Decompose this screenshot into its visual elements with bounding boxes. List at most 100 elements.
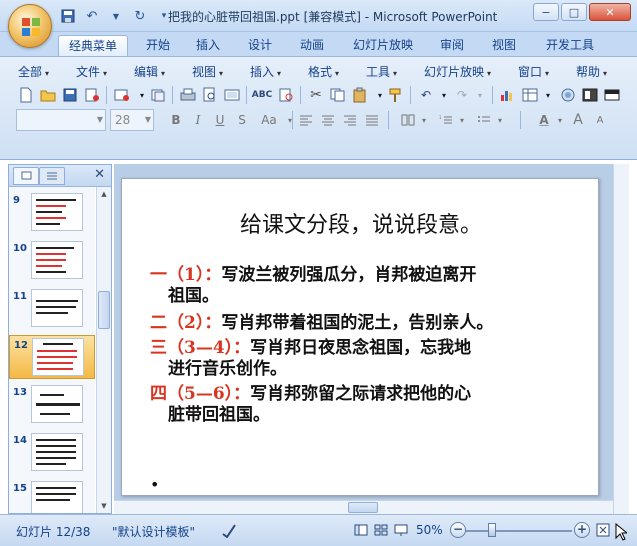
slide-thumbnail[interactable]: 10 [9,239,95,283]
chevron-down-icon[interactable]: ▾ [414,110,434,130]
spelling-icon[interactable]: ABC [252,85,272,105]
text-shadow-button[interactable]: S [232,110,252,130]
menu-all[interactable]: 全部 ▾ [18,63,49,80]
email-icon[interactable] [112,85,132,105]
chevron-down-icon[interactable]: ▼ [106,6,126,26]
bold-button[interactable]: B [166,110,186,130]
maximize-button[interactable]: □ [561,3,587,21]
chevron-down-icon[interactable]: ▾ [470,85,490,105]
paragraph-2[interactable]: 二（2）：写肖邦带着祖国的泥土，告别亲人。 [150,313,493,334]
minimize-button[interactable]: − [533,3,559,21]
undo-icon[interactable]: ↶ [82,6,102,26]
grow-font-button[interactable]: A [568,110,588,130]
slide-thumbnail[interactable]: 11 [9,287,95,331]
font-name-combo[interactable]: ▼ [16,109,106,131]
undo-icon[interactable]: ↶ [416,85,436,105]
justify-icon[interactable] [362,110,382,130]
menu-help[interactable]: 帮助 ▾ [576,63,607,80]
new-document-icon[interactable] [16,85,36,105]
save-icon[interactable] [58,6,78,26]
tab-animation[interactable]: 动画 [290,35,334,56]
slide-sorter-icon[interactable] [372,521,390,539]
copy-icon[interactable] [328,85,348,105]
zoom-level[interactable]: 50% [416,523,443,537]
zoom-in-button[interactable]: + [574,522,590,538]
spell-check-icon[interactable] [220,521,238,539]
editor-horizontal-scrollbar[interactable] [114,500,613,514]
tab-view[interactable]: 视图 [482,35,526,56]
empty-bullet[interactable]: • [150,475,159,494]
print-icon[interactable] [178,85,198,105]
slide-view-icon[interactable] [222,85,242,105]
research-icon[interactable] [276,85,296,105]
normal-view-icon[interactable] [352,521,370,539]
chevron-down-icon[interactable]: ▾ [538,85,558,105]
clipart-icon[interactable] [558,85,578,105]
permission-icon[interactable] [82,85,102,105]
slideshow-icon[interactable] [392,521,410,539]
redo-icon[interactable]: ↻ [130,6,150,26]
chevron-down-icon[interactable]: ▾ [452,110,472,130]
close-icon[interactable]: ✕ [94,167,105,182]
tab-insert[interactable]: 插入 [186,35,230,56]
zoom-slider-knob[interactable] [488,523,496,537]
slide-thumbnail-selected[interactable]: 12 [9,335,95,379]
align-right-icon[interactable] [340,110,360,130]
menu-file[interactable]: 文件 ▾ [76,63,107,80]
chevron-down-icon[interactable]: ▾ [550,110,570,130]
menu-view[interactable]: 视图 ▾ [192,63,223,80]
editor-vertical-scrollbar[interactable] [613,164,629,514]
close-button[interactable]: ✕ [589,3,631,21]
paragraph-4[interactable]: 四（5—6）：写肖邦弥留之际请求把他的心 脏带回祖国。 [150,384,471,426]
zoom-out-button[interactable]: − [450,522,466,538]
scroll-down-icon[interactable]: ▼ [98,499,110,513]
tab-design[interactable]: 设计 [238,35,282,56]
office-button[interactable] [8,4,52,48]
save-icon[interactable] [60,85,80,105]
tab-classic-menu[interactable]: 经典菜单 [58,35,128,56]
zoom-slider-track[interactable] [466,530,572,532]
zoom-icon[interactable] [602,85,622,105]
paragraph-3[interactable]: 三（3—4）：写肖邦日夜思念祖国，忘我地 进行音乐创作。 [150,338,471,380]
tab-slideshow[interactable]: 幻灯片放映 [346,35,420,56]
align-center-icon[interactable] [318,110,338,130]
table-icon[interactable] [520,85,540,105]
slide-thumbnail[interactable]: 14 [9,431,95,475]
slide-thumbnail[interactable]: 15 [9,479,95,513]
fit-window-icon[interactable] [594,521,612,539]
menu-slideshow[interactable]: 幻灯片放映 ▾ [424,63,491,80]
copy-to-icon[interactable] [148,85,168,105]
tab-review[interactable]: 审阅 [430,35,474,56]
grayscale-icon[interactable] [580,85,600,105]
menu-insert[interactable]: 插入 ▾ [250,63,281,80]
tab-home[interactable]: 开始 [136,35,180,56]
chart-icon[interactable] [498,85,518,105]
slide-title[interactable]: 给课文分段，说说段意。 [122,207,600,239]
slide-thumbnail[interactable]: 13 [9,383,95,427]
chevron-down-icon[interactable]: ▾ [490,110,510,130]
paste-icon[interactable] [350,85,370,105]
tab-outline[interactable] [39,167,65,185]
scrollbar-thumb[interactable] [348,502,378,513]
menu-edit[interactable]: 编辑 ▾ [134,63,165,80]
open-folder-icon[interactable] [38,85,58,105]
redo-icon[interactable]: ↷ [452,85,472,105]
slide-canvas[interactable]: 给课文分段，说说段意。 一（1）：写波兰被列强瓜分，肖邦被迫离开 祖国。 二（2… [121,178,599,496]
cut-icon[interactable]: ✂ [306,85,326,105]
scroll-up-icon[interactable]: ▲ [98,187,110,201]
paragraph-1[interactable]: 一（1）：写波兰被列强瓜分，肖邦被迫离开 祖国。 [150,265,476,307]
underline-button[interactable]: U [210,110,230,130]
change-case-button[interactable]: Aa [256,110,282,130]
menu-window[interactable]: 窗口 ▾ [518,63,549,80]
tab-slides[interactable] [13,167,39,185]
shrink-font-button[interactable]: A [590,110,610,130]
menu-tools[interactable]: 工具 ▾ [366,63,397,80]
slides-panel-scrollbar[interactable]: ▲ ▼ [96,187,111,513]
print-preview-icon[interactable] [200,85,220,105]
slide-thumbnail[interactable]: 9 [9,191,95,235]
format-painter-icon[interactable] [386,85,406,105]
chevron-down-icon[interactable]: ▾ [434,85,454,105]
scrollbar-thumb[interactable] [98,291,110,329]
menu-format[interactable]: 格式 ▾ [308,63,339,80]
font-size-combo[interactable]: 28 ▼ [110,109,154,131]
